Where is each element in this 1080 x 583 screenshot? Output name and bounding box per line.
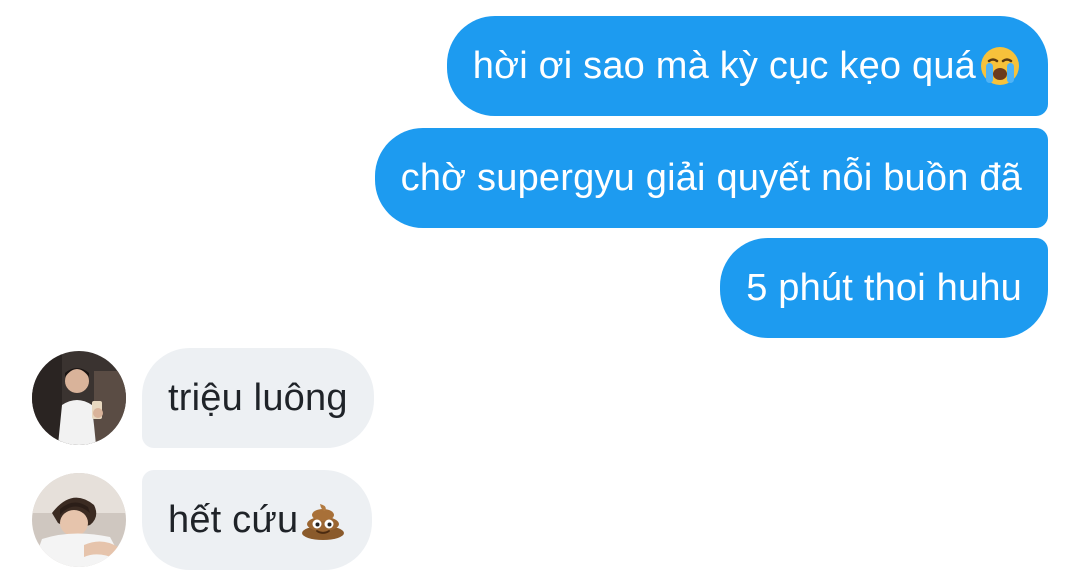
avatar[interactable] [32, 473, 126, 567]
outgoing-message-row: 5 phút thoi huhu [720, 238, 1048, 338]
message-text: hời ơi sao mà kỳ cục kẹo quá [472, 44, 976, 87]
avatar[interactable] [32, 351, 126, 445]
outgoing-message-row: hời ơi sao mà kỳ cục kẹo quá [446, 16, 1048, 116]
pile-of-poo-icon [300, 500, 346, 540]
message-text: hết cứu [168, 498, 299, 541]
incoming-message-row: hết cứu [32, 470, 373, 570]
incoming-message-row: triệu luông [32, 348, 374, 448]
outgoing-message-bubble[interactable]: 5 phút thoi huhu [720, 238, 1048, 338]
message-text: chờ supergyu giải quyết nỗi buồn đã [400, 156, 1022, 199]
chat-thread: hời ơi sao mà kỳ cục kẹo quá chờ supergy… [0, 0, 1080, 583]
outgoing-message-row: chờ supergyu giải quyết nỗi buồn đã [374, 128, 1048, 228]
incoming-message-bubble[interactable]: triệu luông [142, 348, 374, 448]
incoming-message-bubble[interactable]: hết cứu [142, 470, 373, 570]
message-text: triệu luông [168, 376, 348, 419]
outgoing-message-bubble[interactable]: hời ơi sao mà kỳ cục kẹo quá [446, 16, 1048, 116]
loudly-crying-face-icon [978, 44, 1022, 88]
outgoing-message-bubble[interactable]: chờ supergyu giải quyết nỗi buồn đã [374, 128, 1048, 228]
message-text: 5 phút thoi huhu [746, 266, 1022, 309]
